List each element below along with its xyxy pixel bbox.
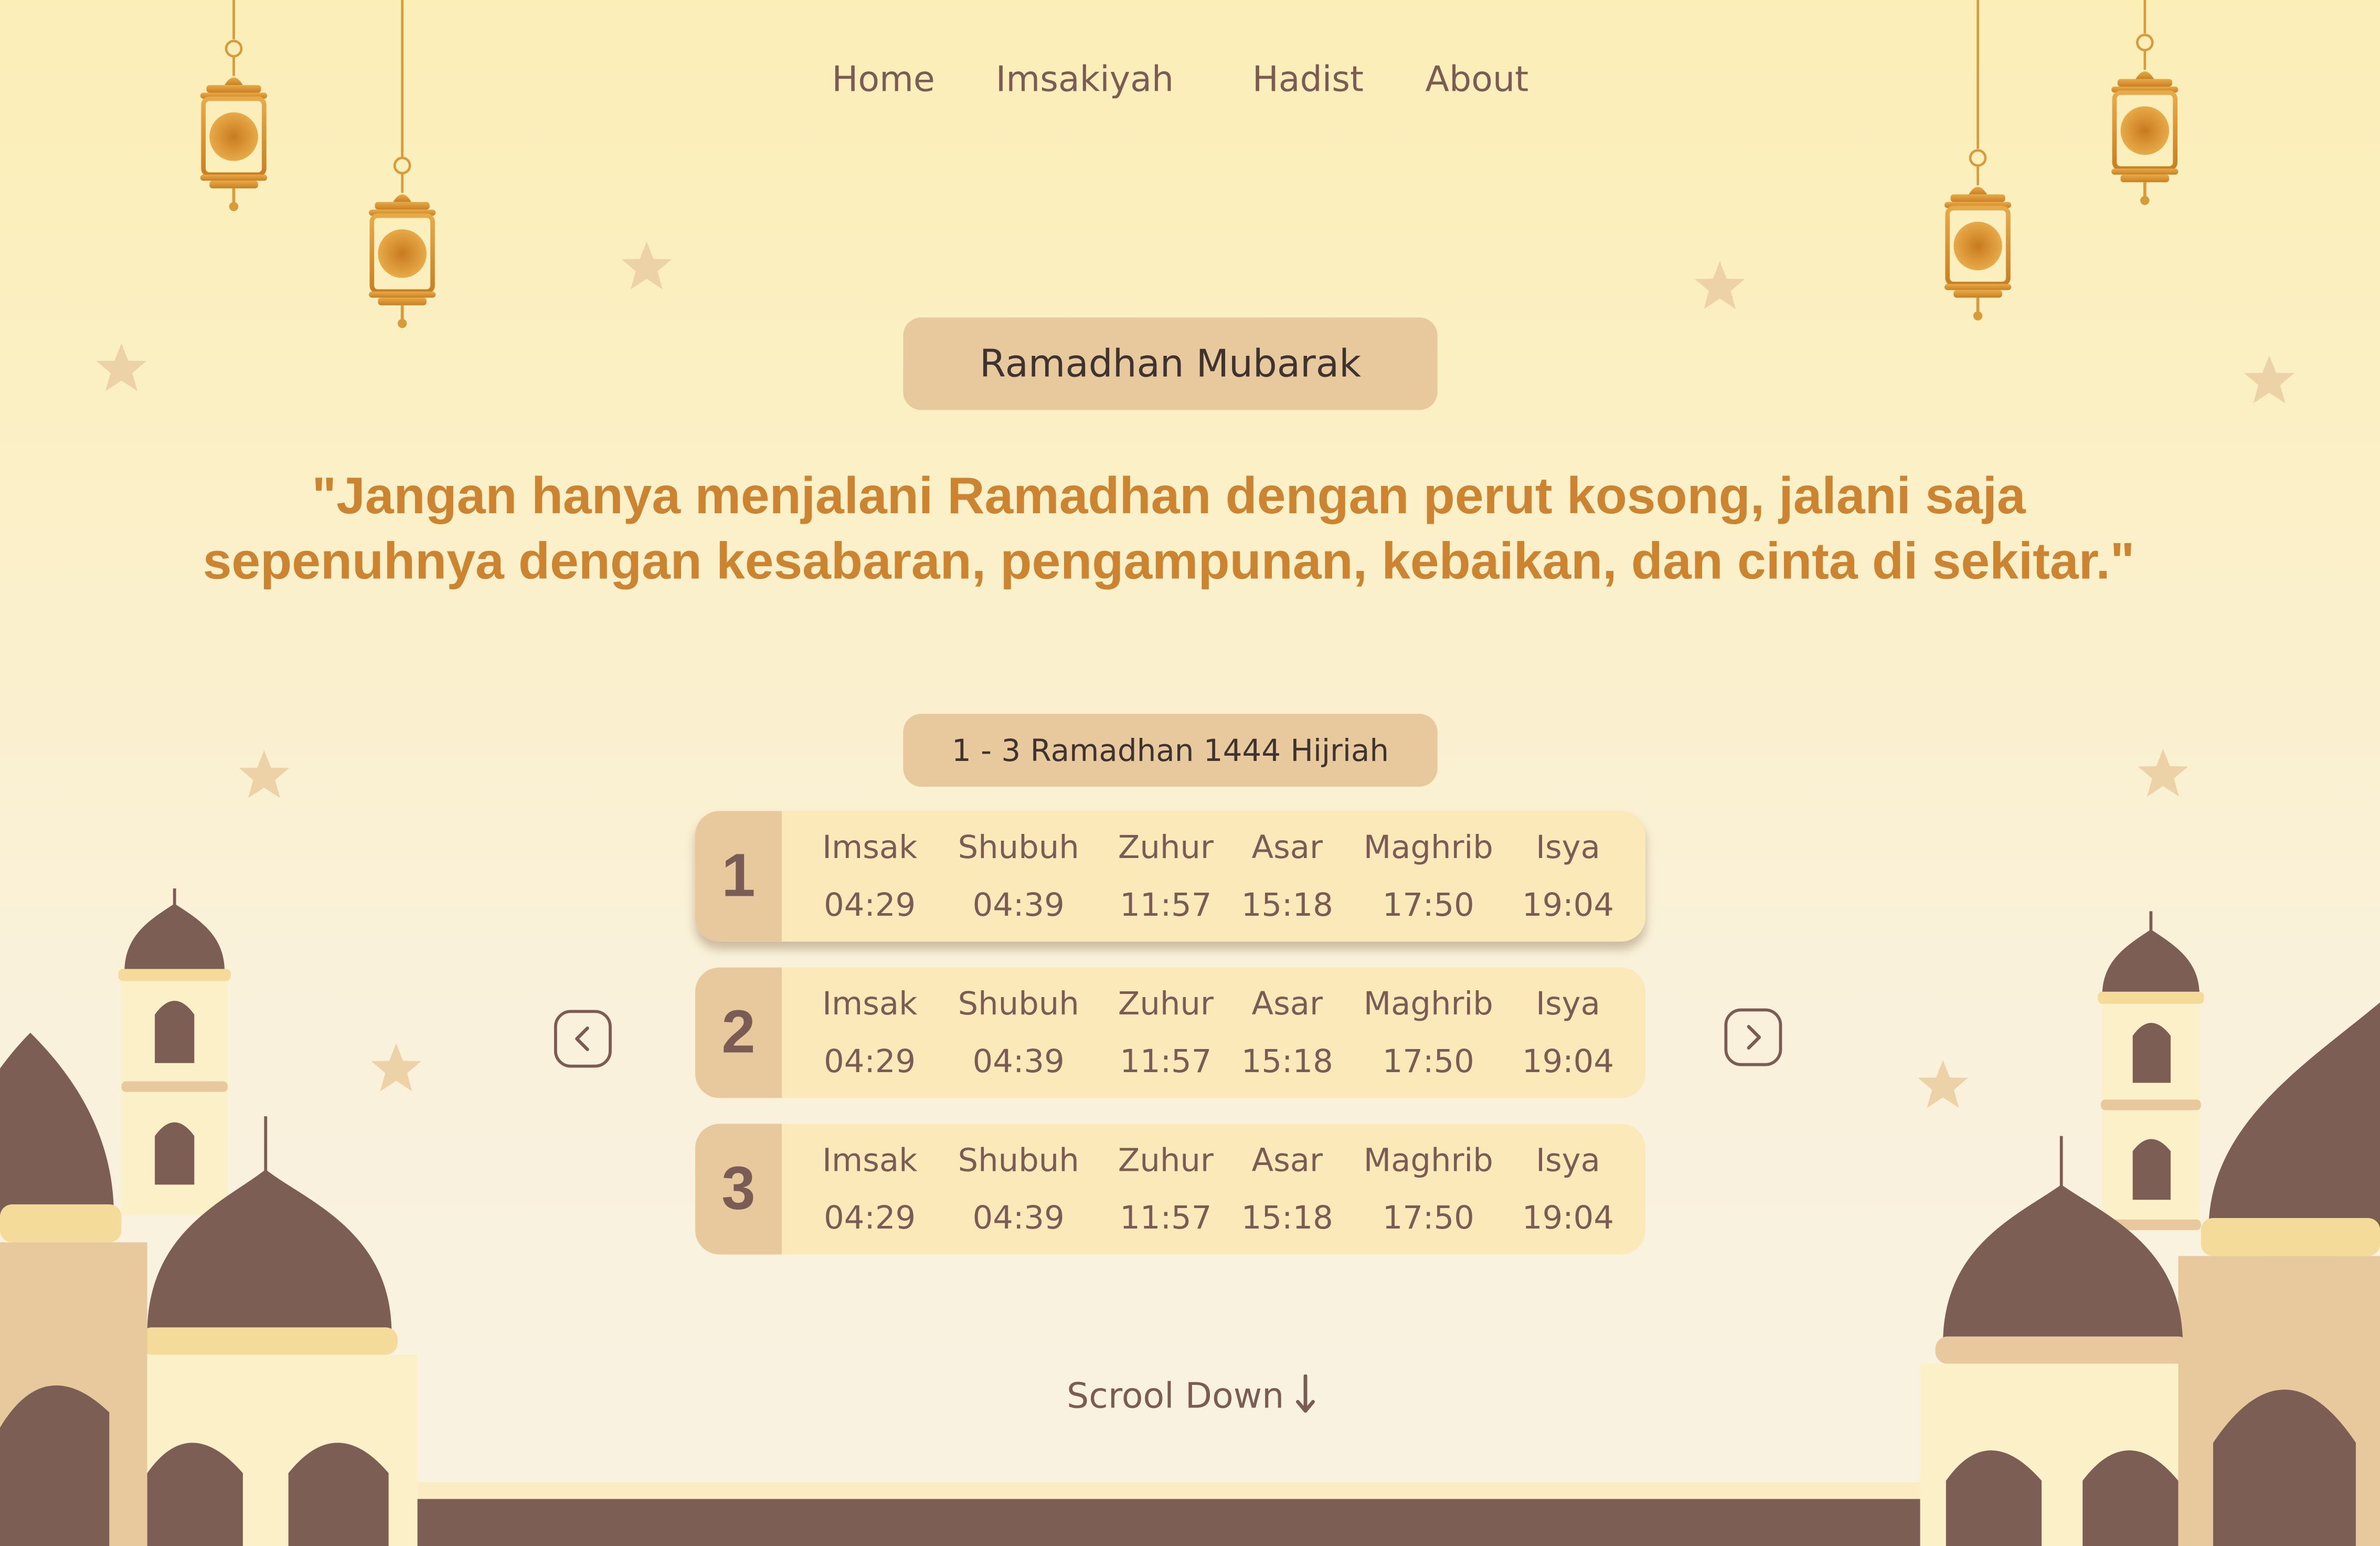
star-icon — [1918, 1060, 1968, 1108]
star-icon — [96, 343, 147, 391]
time-shubuh: 04:39 — [972, 887, 1065, 924]
label-isya: Isya — [1536, 1142, 1600, 1179]
star-icon — [2244, 355, 2294, 404]
scroll-down-link[interactable]: Scrool Down — [1002, 1374, 1381, 1417]
mosque-illustration — [0, 888, 418, 1546]
time-isya: 19:04 — [1522, 887, 1614, 924]
time-maghrib: 17:50 — [1382, 1043, 1474, 1080]
star-icon — [621, 241, 672, 290]
schedule-card-day-3[interactable]: 3 Imsak 04:29 Shubuh 04:39 Zuhur 11:57 Asar… — [695, 1124, 1646, 1255]
label-asar: Asar — [1251, 986, 1323, 1022]
label-shubuh: Shubuh — [958, 829, 1079, 866]
nav-hadist[interactable]: Hadist — [1252, 61, 1364, 100]
next-button[interactable] — [1724, 1008, 1782, 1066]
label-shubuh: Shubuh — [958, 1142, 1079, 1179]
star-icon — [1695, 261, 1745, 309]
label-maghrib: Maghrib — [1363, 986, 1493, 1022]
time-asar: 15:18 — [1241, 887, 1333, 924]
nav-about[interactable]: About — [1426, 61, 1529, 100]
star-icon — [239, 750, 290, 798]
label-zuhur: Zuhur — [1118, 986, 1214, 1022]
day-number: 3 — [695, 1124, 782, 1255]
time-maghrib: 17:50 — [1382, 887, 1474, 924]
star-icon — [2138, 748, 2188, 797]
time-zuhur: 11:57 — [1120, 1043, 1212, 1080]
label-asar: Asar — [1251, 1142, 1323, 1179]
prev-button[interactable] — [554, 1010, 612, 1068]
chevron-left-icon — [575, 1026, 589, 1051]
mosque-illustration — [1920, 911, 2380, 1546]
label-shubuh: Shubuh — [958, 986, 1079, 1022]
quote-text: "Jangan hanya menjalani Ramadhan dengan … — [203, 468, 2135, 591]
nav-imsakiyah[interactable]: Imsakiyah — [996, 61, 1174, 100]
lantern-icon — [200, 41, 267, 211]
date-range-label: 1 - 3 Ramadhan 1444 Hijriah — [903, 714, 1438, 787]
time-shubuh: 04:39 — [972, 1200, 1065, 1236]
page: Home Imsakiyah Hadist About Ramadhan Mub… — [0, 0, 2380, 1546]
time-zuhur: 11:57 — [1120, 887, 1212, 924]
label-maghrib: Maghrib — [1363, 1142, 1493, 1179]
time-asar: 15:18 — [1241, 1043, 1333, 1080]
label-zuhur: Zuhur — [1118, 1142, 1214, 1179]
time-shubuh: 04:39 — [972, 1043, 1065, 1080]
time-asar: 15:18 — [1241, 1200, 1333, 1236]
time-zuhur: 11:57 — [1120, 1200, 1212, 1236]
time-isya: 19:04 — [1522, 1043, 1614, 1080]
star-icon — [371, 1043, 421, 1092]
schedule-card-day-1[interactable]: 1 Imsak 04:29 Shubuh 04:39 Zuhur 11:57 Asar… — [695, 811, 1646, 942]
schedule-card-day-2[interactable]: 2 Imsak 04:29 Shubuh 04:39 Zuhur 11:57 Asar… — [695, 967, 1646, 1098]
scroll-down-label: Scrool Down — [1067, 1377, 1284, 1417]
label-imsak: Imsak — [822, 986, 918, 1022]
label-zuhur: Zuhur — [1118, 829, 1214, 866]
chevron-right-icon — [1747, 1025, 1761, 1050]
lantern-icon — [1945, 151, 2011, 321]
arrow-down-icon — [1296, 1374, 1315, 1413]
nav-home[interactable]: Home — [832, 61, 934, 100]
time-isya: 19:04 — [1522, 1200, 1614, 1236]
lantern-icon — [369, 158, 435, 328]
label-asar: Asar — [1251, 829, 1323, 866]
day-number: 1 — [695, 811, 782, 942]
label-imsak: Imsak — [822, 1142, 918, 1179]
label-isya: Isya — [1536, 986, 1600, 1022]
time-maghrib: 17:50 — [1382, 1200, 1474, 1236]
time-imsak: 04:29 — [824, 1200, 916, 1236]
time-imsak: 04:29 — [824, 887, 916, 924]
label-imsak: Imsak — [822, 829, 918, 866]
lantern-icon — [2111, 35, 2178, 205]
label-isya: Isya — [1536, 829, 1600, 866]
time-imsak: 04:29 — [824, 1043, 916, 1080]
ramadhan-badge: Ramadhan Mubarak — [903, 317, 1438, 410]
day-number: 2 — [695, 967, 782, 1098]
label-maghrib: Maghrib — [1363, 829, 1493, 866]
